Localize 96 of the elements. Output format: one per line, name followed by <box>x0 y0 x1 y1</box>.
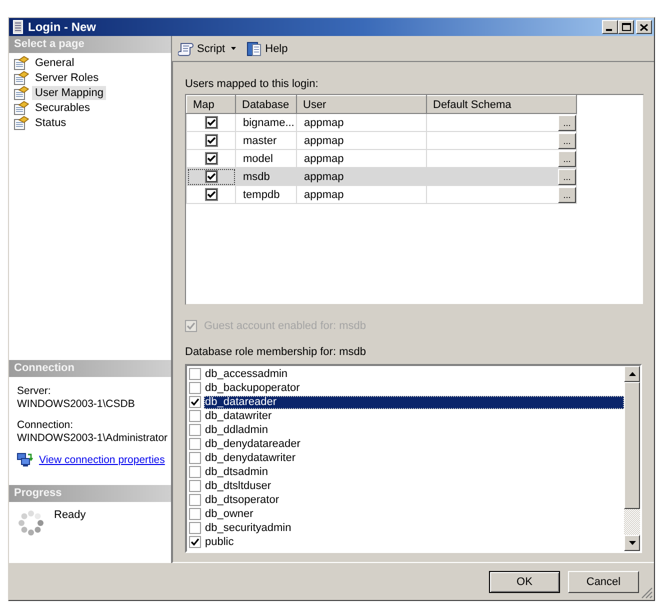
field-label: Server: <box>17 385 52 398</box>
role-list-item[interactable]: db_ddladmin <box>204 424 624 436</box>
window-icon <box>13 20 23 34</box>
map-checkbox[interactable] <box>204 152 218 165</box>
table-row[interactable]: msdb appmap ... <box>186 168 576 186</box>
resize-grip-icon[interactable] <box>641 587 653 599</box>
page-icon <box>13 100 29 114</box>
role-checkbox[interactable] <box>189 438 201 450</box>
column-header: Default Schema <box>426 96 576 114</box>
browse-button[interactable]: ... <box>558 168 576 184</box>
role-checkbox[interactable] <box>189 424 201 436</box>
role-list-item[interactable]: public <box>204 536 624 548</box>
table-row[interactable]: bigname... appmap ... <box>186 114 576 132</box>
role-checkbox[interactable] <box>189 382 201 394</box>
scroll-up-button[interactable] <box>624 366 640 382</box>
role-list-item[interactable]: db_dtsadmin <box>204 466 624 478</box>
role-checkbox[interactable] <box>189 522 201 534</box>
role-list-item[interactable]: db_backupoperator <box>204 382 624 394</box>
scroll-icon <box>178 40 194 56</box>
role-list-label: Database role membership for: msdb <box>185 346 367 359</box>
map-checkbox[interactable] <box>204 170 218 183</box>
spinner-icon <box>18 510 44 536</box>
page-icon <box>13 116 29 130</box>
sidebar-item[interactable]: Status <box>32 116 70 130</box>
map-checkbox[interactable] <box>204 116 218 129</box>
role-checkbox[interactable] <box>189 410 201 422</box>
toolbar-button[interactable]: Script <box>176 38 238 58</box>
role-list-item[interactable]: db_datawriter <box>204 410 624 422</box>
role-list-item[interactable]: db_accessadmin <box>204 368 624 380</box>
role-checkbox[interactable] <box>189 480 201 492</box>
role-list-item[interactable]: db_dtsltduser <box>204 480 624 492</box>
role-list-item[interactable]: db_datareader <box>204 396 624 408</box>
computer-icon <box>17 453 33 467</box>
page-icon <box>13 86 29 100</box>
role-list-item[interactable]: db_denydatareader <box>204 438 624 450</box>
window-title: Login - New <box>28 20 97 34</box>
caret-icon <box>231 47 236 50</box>
arrow-up-icon <box>628 372 636 376</box>
table-cell: tempdb <box>236 186 296 204</box>
table-cell: appmap <box>296 132 426 150</box>
field-value: WINDOWS2003-1\Administrator <box>17 432 169 445</box>
sidebar-item[interactable]: Server Roles <box>32 70 102 84</box>
column-header: Database <box>236 96 296 114</box>
field-label: Connection: <box>17 419 74 432</box>
column-header: User <box>296 96 426 114</box>
book-icon <box>246 40 262 56</box>
role-list-item[interactable]: db_denydatawriter <box>204 452 624 464</box>
cancel-button[interactable]: Cancel <box>568 571 639 593</box>
role-checkbox[interactable] <box>189 508 201 520</box>
section-header: Connection <box>9 360 171 377</box>
table-row[interactable]: master appmap ... <box>186 132 576 150</box>
table-row[interactable]: tempdb appmap ... <box>186 186 576 204</box>
section-header: Select a page <box>9 36 171 53</box>
arrow-down-icon <box>628 541 636 545</box>
table-cell: master <box>236 132 296 150</box>
browse-button[interactable]: ... <box>558 186 576 202</box>
close-button[interactable] <box>636 20 652 34</box>
map-checkbox[interactable] <box>204 134 218 147</box>
section-header: Progress <box>9 485 171 502</box>
table-cell: appmap <box>296 186 426 204</box>
maximize-icon <box>622 23 630 31</box>
sidebar-item[interactable]: Securables <box>32 100 94 114</box>
table-cell: bigname... <box>236 114 296 132</box>
table-cell: appmap <box>296 168 426 186</box>
ok-button[interactable]: OK <box>489 571 560 593</box>
column-header: Map <box>186 96 236 114</box>
role-checkbox[interactable] <box>189 396 201 408</box>
minimize-button[interactable] <box>602 20 618 34</box>
page-icon <box>13 56 29 70</box>
sidebar-item[interactable]: User Mapping <box>32 86 106 100</box>
maximize-button[interactable] <box>618 20 634 34</box>
table-cell: msdb <box>236 168 296 186</box>
role-checkbox[interactable] <box>189 536 201 548</box>
role-list-item[interactable]: db_owner <box>204 508 624 520</box>
grid-label: Users mapped to this login: <box>185 78 320 91</box>
scrollbar-track[interactable] <box>624 366 640 551</box>
browse-button[interactable]: ... <box>558 114 576 130</box>
table-cell: appmap <box>296 114 426 132</box>
scroll-down-button[interactable] <box>624 535 640 551</box>
sidebar-item[interactable]: General <box>32 56 78 70</box>
scroll-thumb[interactable] <box>624 382 640 509</box>
page-icon <box>13 70 29 84</box>
progress-status: Ready <box>54 508 86 522</box>
map-checkbox[interactable] <box>204 188 218 201</box>
field-value: WINDOWS2003-1\CSDB <box>17 398 136 411</box>
close-icon <box>640 24 648 30</box>
role-checkbox[interactable] <box>189 494 201 506</box>
view-connection-properties-link[interactable]: View connection properties <box>39 454 165 466</box>
browse-button[interactable]: ... <box>558 150 576 166</box>
role-checkbox[interactable] <box>189 452 201 464</box>
role-checkbox[interactable] <box>189 368 201 380</box>
role-list-item[interactable]: db_dtsoperator <box>204 494 624 506</box>
browse-button[interactable]: ... <box>558 132 576 148</box>
role-checkbox[interactable] <box>189 466 201 478</box>
toolbar-button[interactable]: Help <box>244 38 290 58</box>
role-list-item[interactable]: db_securityadmin <box>204 522 624 534</box>
